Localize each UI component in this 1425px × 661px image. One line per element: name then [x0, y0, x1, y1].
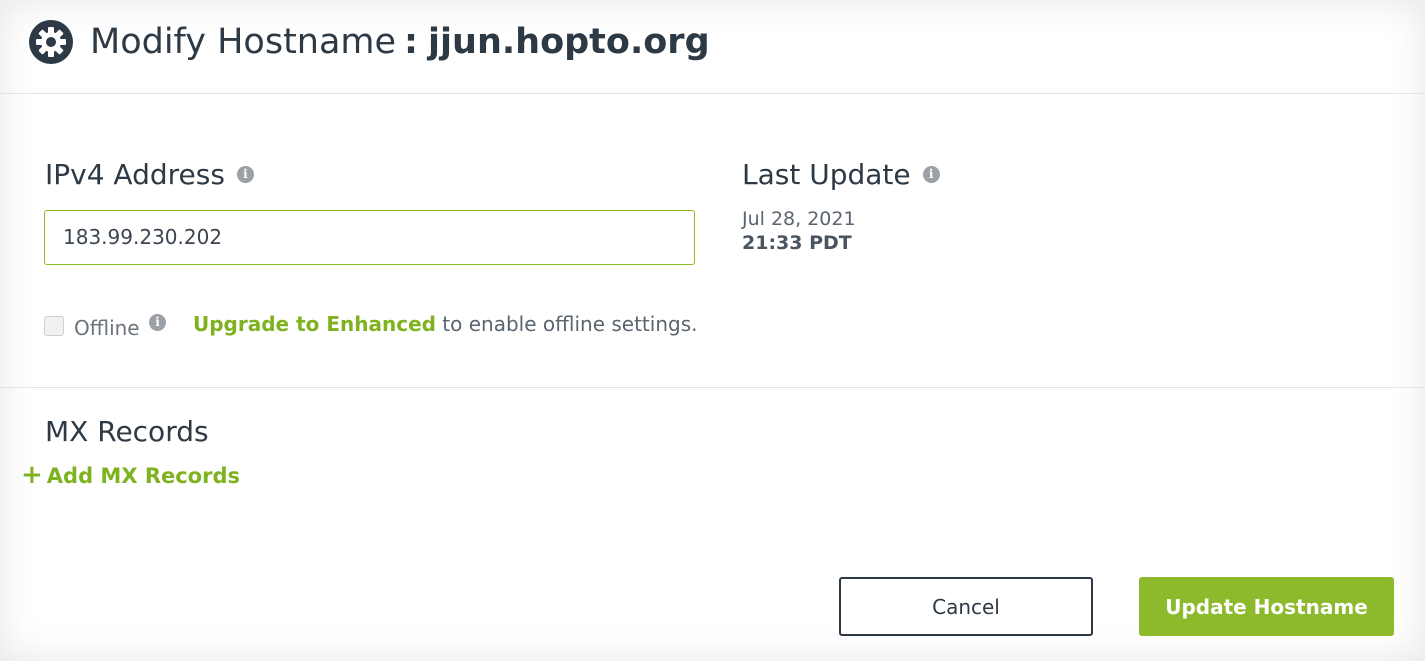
- offline-label: Offline: [74, 316, 140, 340]
- update-hostname-button[interactable]: Update Hostname: [1139, 577, 1394, 636]
- ipv4-info-icon[interactable]: i: [236, 165, 254, 183]
- modal-header: Modify Hostname: jjun.hopto.org: [0, 0, 1425, 94]
- mx-records-label: MX Records: [45, 415, 209, 448]
- modify-hostname-modal: Modify Hostname: jjun.hopto.org IPv4 Addr…: [0, 0, 1425, 661]
- last-update-time: 21:33 PDT: [742, 232, 852, 254]
- cancel-button[interactable]: Cancel: [839, 577, 1093, 636]
- section-divider: [0, 387, 1425, 388]
- last-update-info-icon[interactable]: i: [922, 165, 940, 183]
- last-update-label: Last Update i: [742, 158, 940, 192]
- plus-icon: +: [21, 460, 43, 490]
- offline-checkbox[interactable]: [44, 316, 64, 336]
- ipv4-address-input[interactable]: [44, 210, 695, 265]
- add-mx-records-link[interactable]: + Add MX Records: [21, 462, 240, 490]
- offline-note: Upgrade to Enhanced to enable offline se…: [193, 312, 697, 336]
- gear-icon: [29, 20, 73, 64]
- title-prefix: Modify Hostname: [90, 22, 397, 62]
- page-title: Modify Hostname: jjun.hopto.org: [90, 20, 710, 64]
- title-separator: :: [404, 22, 419, 62]
- last-update-date: Jul 28, 2021: [742, 208, 856, 230]
- upgrade-to-enhanced-link[interactable]: Upgrade to Enhanced: [193, 312, 436, 336]
- offline-info-icon[interactable]: i: [149, 314, 166, 331]
- ipv4-label-text: IPv4 Address: [45, 158, 225, 191]
- add-mx-records-label: Add MX Records: [46, 464, 241, 488]
- last-update-label-text: Last Update: [742, 158, 911, 191]
- hostname-text: jjun.hopto.org: [428, 22, 710, 62]
- ipv4-label: IPv4 Address i: [45, 158, 254, 192]
- offline-note-suffix: to enable offline settings.: [435, 312, 698, 336]
